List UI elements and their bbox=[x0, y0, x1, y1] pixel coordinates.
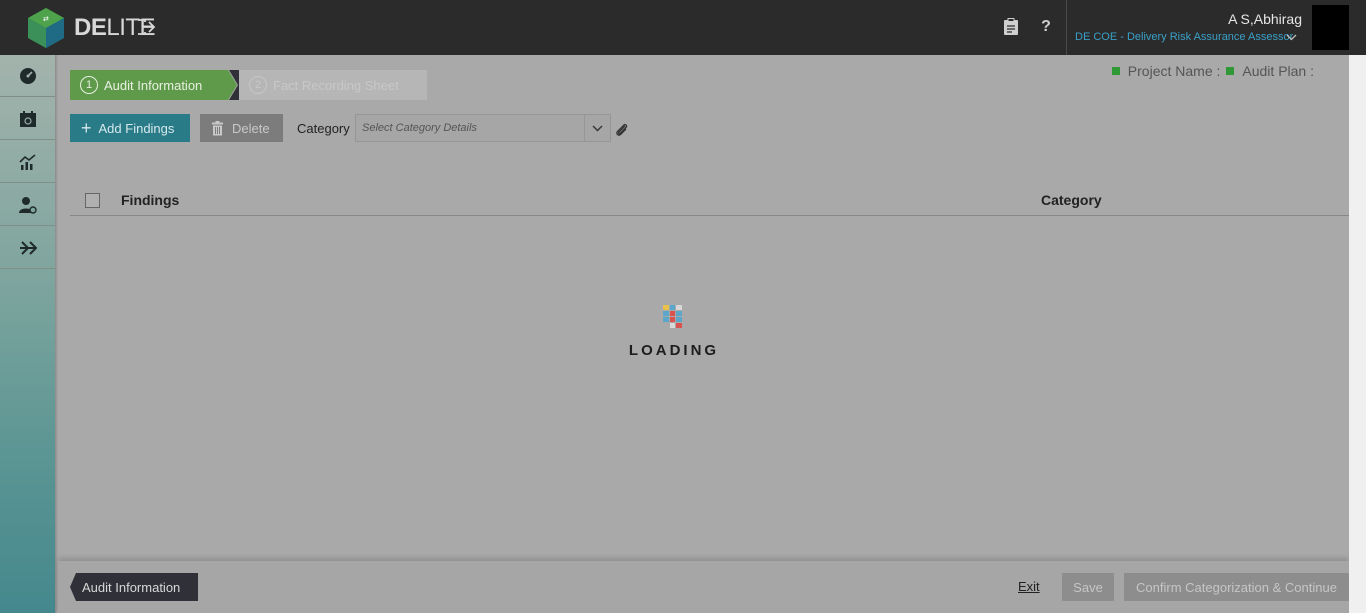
project-name-label: Project Name : bbox=[1127, 63, 1221, 79]
user-role-dropdown[interactable]: DE COE - Delivery Risk Assurance Assesso… bbox=[1075, 31, 1293, 43]
sidebar-item-workflow[interactable] bbox=[0, 227, 55, 269]
delete-label: Delete bbox=[232, 120, 270, 136]
audit-plan-label: Audit Plan : bbox=[1242, 63, 1314, 79]
logo-cube-icon: ⇄ bbox=[28, 8, 64, 48]
sidebar-item-user-settings[interactable] bbox=[0, 184, 55, 226]
step-label: Fact Recording Sheet bbox=[273, 77, 399, 93]
user-settings-icon bbox=[18, 196, 37, 214]
user-name: A S,Abhirag bbox=[1228, 11, 1302, 27]
step-label: Audit Information bbox=[104, 77, 203, 93]
calendar-icon bbox=[19, 110, 36, 127]
logo-arrow-icon bbox=[138, 19, 156, 35]
trash-icon bbox=[212, 120, 223, 135]
exit-link[interactable]: Exit bbox=[1018, 579, 1040, 594]
step-number: 1 bbox=[80, 76, 98, 94]
workflow-icon bbox=[19, 240, 37, 255]
sidebar-item-dashboard[interactable] bbox=[0, 55, 55, 97]
step-audit-information[interactable]: 1 Audit Information bbox=[70, 70, 228, 100]
column-header-findings[interactable]: Findings bbox=[121, 192, 179, 208]
step-fact-recording-sheet[interactable]: 2 Fact Recording Sheet bbox=[239, 70, 427, 100]
project-name-marker bbox=[1111, 67, 1120, 75]
findings-table-header: Findings Category bbox=[70, 185, 1349, 216]
top-header: ⇄ DELITE ? A S,Abhirag DE COE - Delivery… bbox=[0, 0, 1366, 55]
chevron-down-icon[interactable] bbox=[584, 115, 610, 141]
chevron-down-icon[interactable] bbox=[1286, 32, 1297, 43]
sidebar-shadow bbox=[55, 55, 58, 613]
category-select-placeholder: Select Category Details bbox=[362, 122, 477, 134]
svg-text:⇄: ⇄ bbox=[43, 15, 49, 23]
attachment-icon[interactable] bbox=[614, 122, 630, 138]
loading-spinner-icon bbox=[663, 305, 682, 328]
loading-text: LOADING bbox=[628, 342, 720, 359]
analytics-icon bbox=[18, 153, 36, 170]
project-info: Project Name : Audit Plan : bbox=[1111, 63, 1314, 79]
confirm-categorization-button[interactable]: Confirm Categorization & Continue bbox=[1124, 573, 1349, 601]
sidebar-item-analytics[interactable] bbox=[0, 141, 55, 183]
step-number: 2 bbox=[249, 76, 267, 94]
add-findings-label: Add Findings bbox=[98, 120, 175, 136]
category-select[interactable]: Select Category Details bbox=[355, 114, 611, 142]
plus-icon: + bbox=[81, 118, 92, 138]
sidebar bbox=[0, 55, 55, 613]
category-label: Category bbox=[297, 121, 350, 136]
dashboard-icon bbox=[19, 67, 36, 84]
save-button[interactable]: Save bbox=[1062, 573, 1114, 601]
select-all-checkbox[interactable] bbox=[85, 193, 100, 208]
scrollbar[interactable] bbox=[1349, 55, 1366, 613]
header-divider bbox=[1066, 0, 1067, 55]
footer-section-tag: Audit Information bbox=[70, 573, 198, 601]
audit-plan-marker bbox=[1226, 67, 1235, 75]
avatar[interactable] bbox=[1312, 5, 1349, 50]
sidebar-item-calendar[interactable] bbox=[0, 98, 55, 140]
column-header-category[interactable]: Category bbox=[1041, 192, 1102, 208]
help-icon[interactable]: ? bbox=[1035, 16, 1057, 38]
add-findings-button[interactable]: + Add Findings bbox=[70, 114, 190, 142]
delete-button[interactable]: Delete bbox=[200, 114, 283, 142]
clipboard-icon[interactable] bbox=[1000, 16, 1022, 38]
